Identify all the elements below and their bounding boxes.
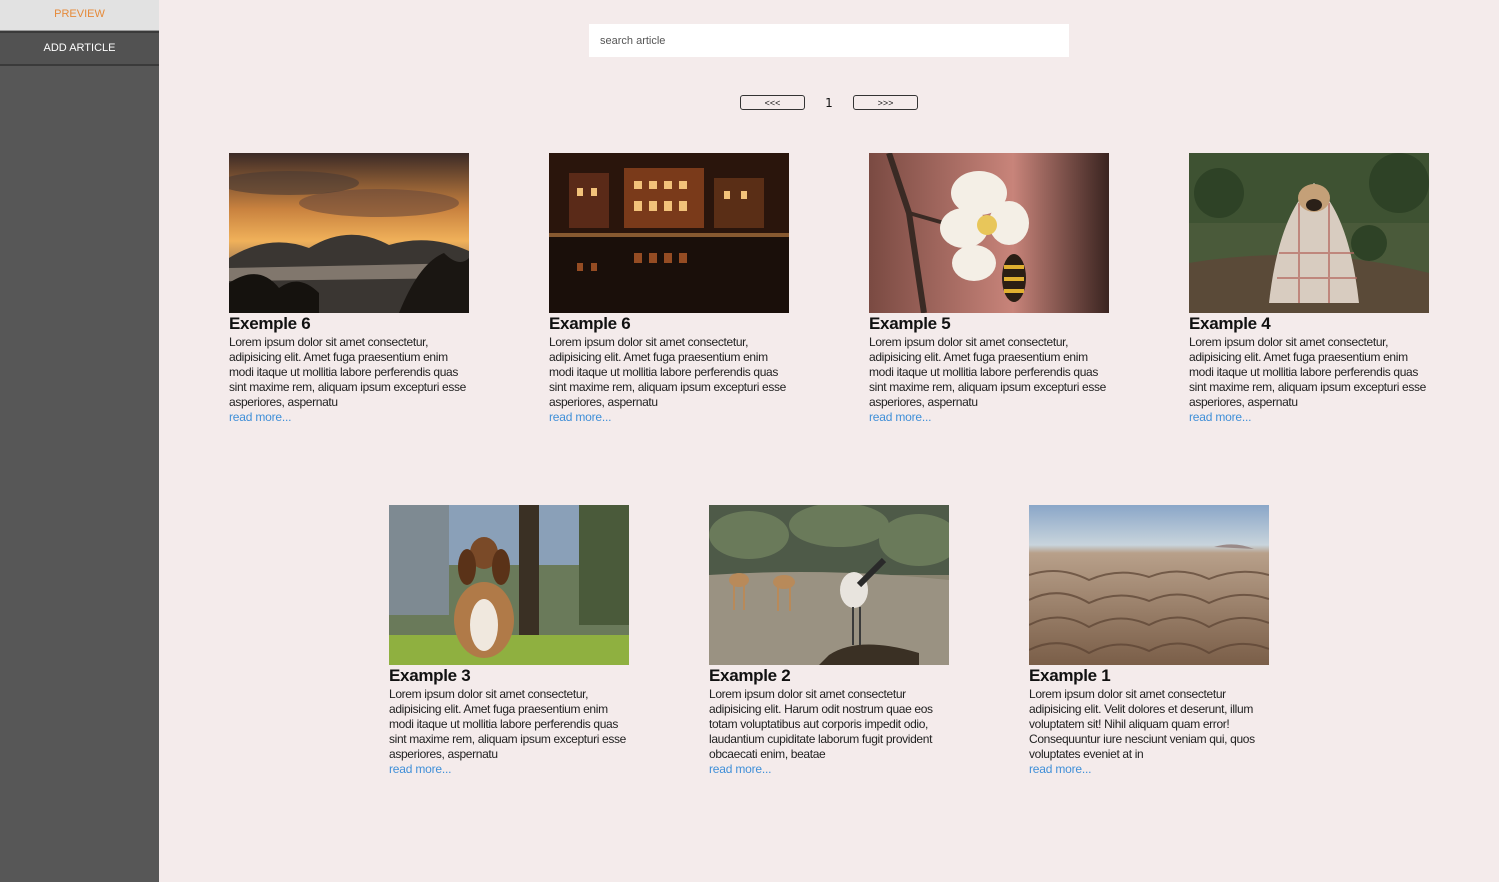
page-number: 1 — [825, 95, 833, 110]
article-excerpt: Lorem ipsum dolor sit amet consectetur, … — [1189, 335, 1427, 409]
search-input[interactable] — [589, 24, 1069, 57]
article-card: Example 2 Lorem ipsum dolor sit amet con… — [709, 505, 951, 777]
read-more-link[interactable]: read more... — [229, 410, 471, 425]
read-more-link[interactable]: read more... — [1029, 762, 1271, 777]
article-excerpt: Lorem ipsum dolor sit amet consectetur, … — [229, 335, 467, 409]
article-image[interactable] — [1189, 153, 1429, 313]
pagination: <<< 1 >>> — [740, 95, 918, 110]
article-card: Example 5 Lorem ipsum dolor sit amet con… — [869, 153, 1111, 425]
article-image[interactable] — [709, 505, 949, 665]
article-title: Example 2 — [709, 666, 791, 685]
preview-button[interactable]: PREVIEW — [0, 0, 159, 31]
article-excerpt: Lorem ipsum dolor sit amet consectetur, … — [389, 687, 627, 761]
read-more-link[interactable]: read more... — [389, 762, 631, 777]
article-image[interactable] — [549, 153, 789, 313]
article-image[interactable] — [869, 153, 1109, 313]
article-card: Example 6 Lorem ipsum dolor sit amet con… — [549, 153, 791, 425]
article-title: Example 5 — [869, 314, 951, 333]
article-excerpt: Lorem ipsum dolor sit amet consectetur, … — [549, 335, 787, 409]
article-card: Example 4 Lorem ipsum dolor sit amet con… — [1189, 153, 1431, 425]
article-title: Example 4 — [1189, 314, 1271, 333]
main-content: <<< 1 >>> Exemple 6 Lorem ip — [159, 0, 1499, 882]
article-image[interactable] — [229, 153, 469, 313]
article-excerpt: Lorem ipsum dolor sit amet consectetur a… — [1029, 687, 1255, 761]
article-card: Exemple 6 Lorem ipsum dolor sit amet con… — [229, 153, 471, 425]
article-excerpt: Lorem ipsum dolor sit amet consectetur a… — [709, 687, 933, 761]
article-card: Example 3 Lorem ipsum dolor sit amet con… — [389, 505, 631, 777]
read-more-link[interactable]: read more... — [549, 410, 791, 425]
add-article-button[interactable]: ADD ARTICLE — [0, 31, 159, 66]
article-title: Exemple 6 — [229, 314, 311, 333]
article-card: Example 1 Lorem ipsum dolor sit amet con… — [1029, 505, 1271, 777]
read-more-link[interactable]: read more... — [1189, 410, 1431, 425]
article-title: Example 1 — [1029, 666, 1111, 685]
article-excerpt: Lorem ipsum dolor sit amet consectetur, … — [869, 335, 1107, 409]
sidebar: PREVIEW ADD ARTICLE — [0, 0, 159, 882]
article-title: Example 6 — [549, 314, 631, 333]
article-image[interactable] — [389, 505, 629, 665]
article-image[interactable] — [1029, 505, 1269, 665]
read-more-link[interactable]: read more... — [869, 410, 1111, 425]
prev-page-button[interactable]: <<< — [740, 95, 805, 110]
read-more-link[interactable]: read more... — [709, 762, 951, 777]
article-title: Example 3 — [389, 666, 471, 685]
next-page-button[interactable]: >>> — [853, 95, 918, 110]
